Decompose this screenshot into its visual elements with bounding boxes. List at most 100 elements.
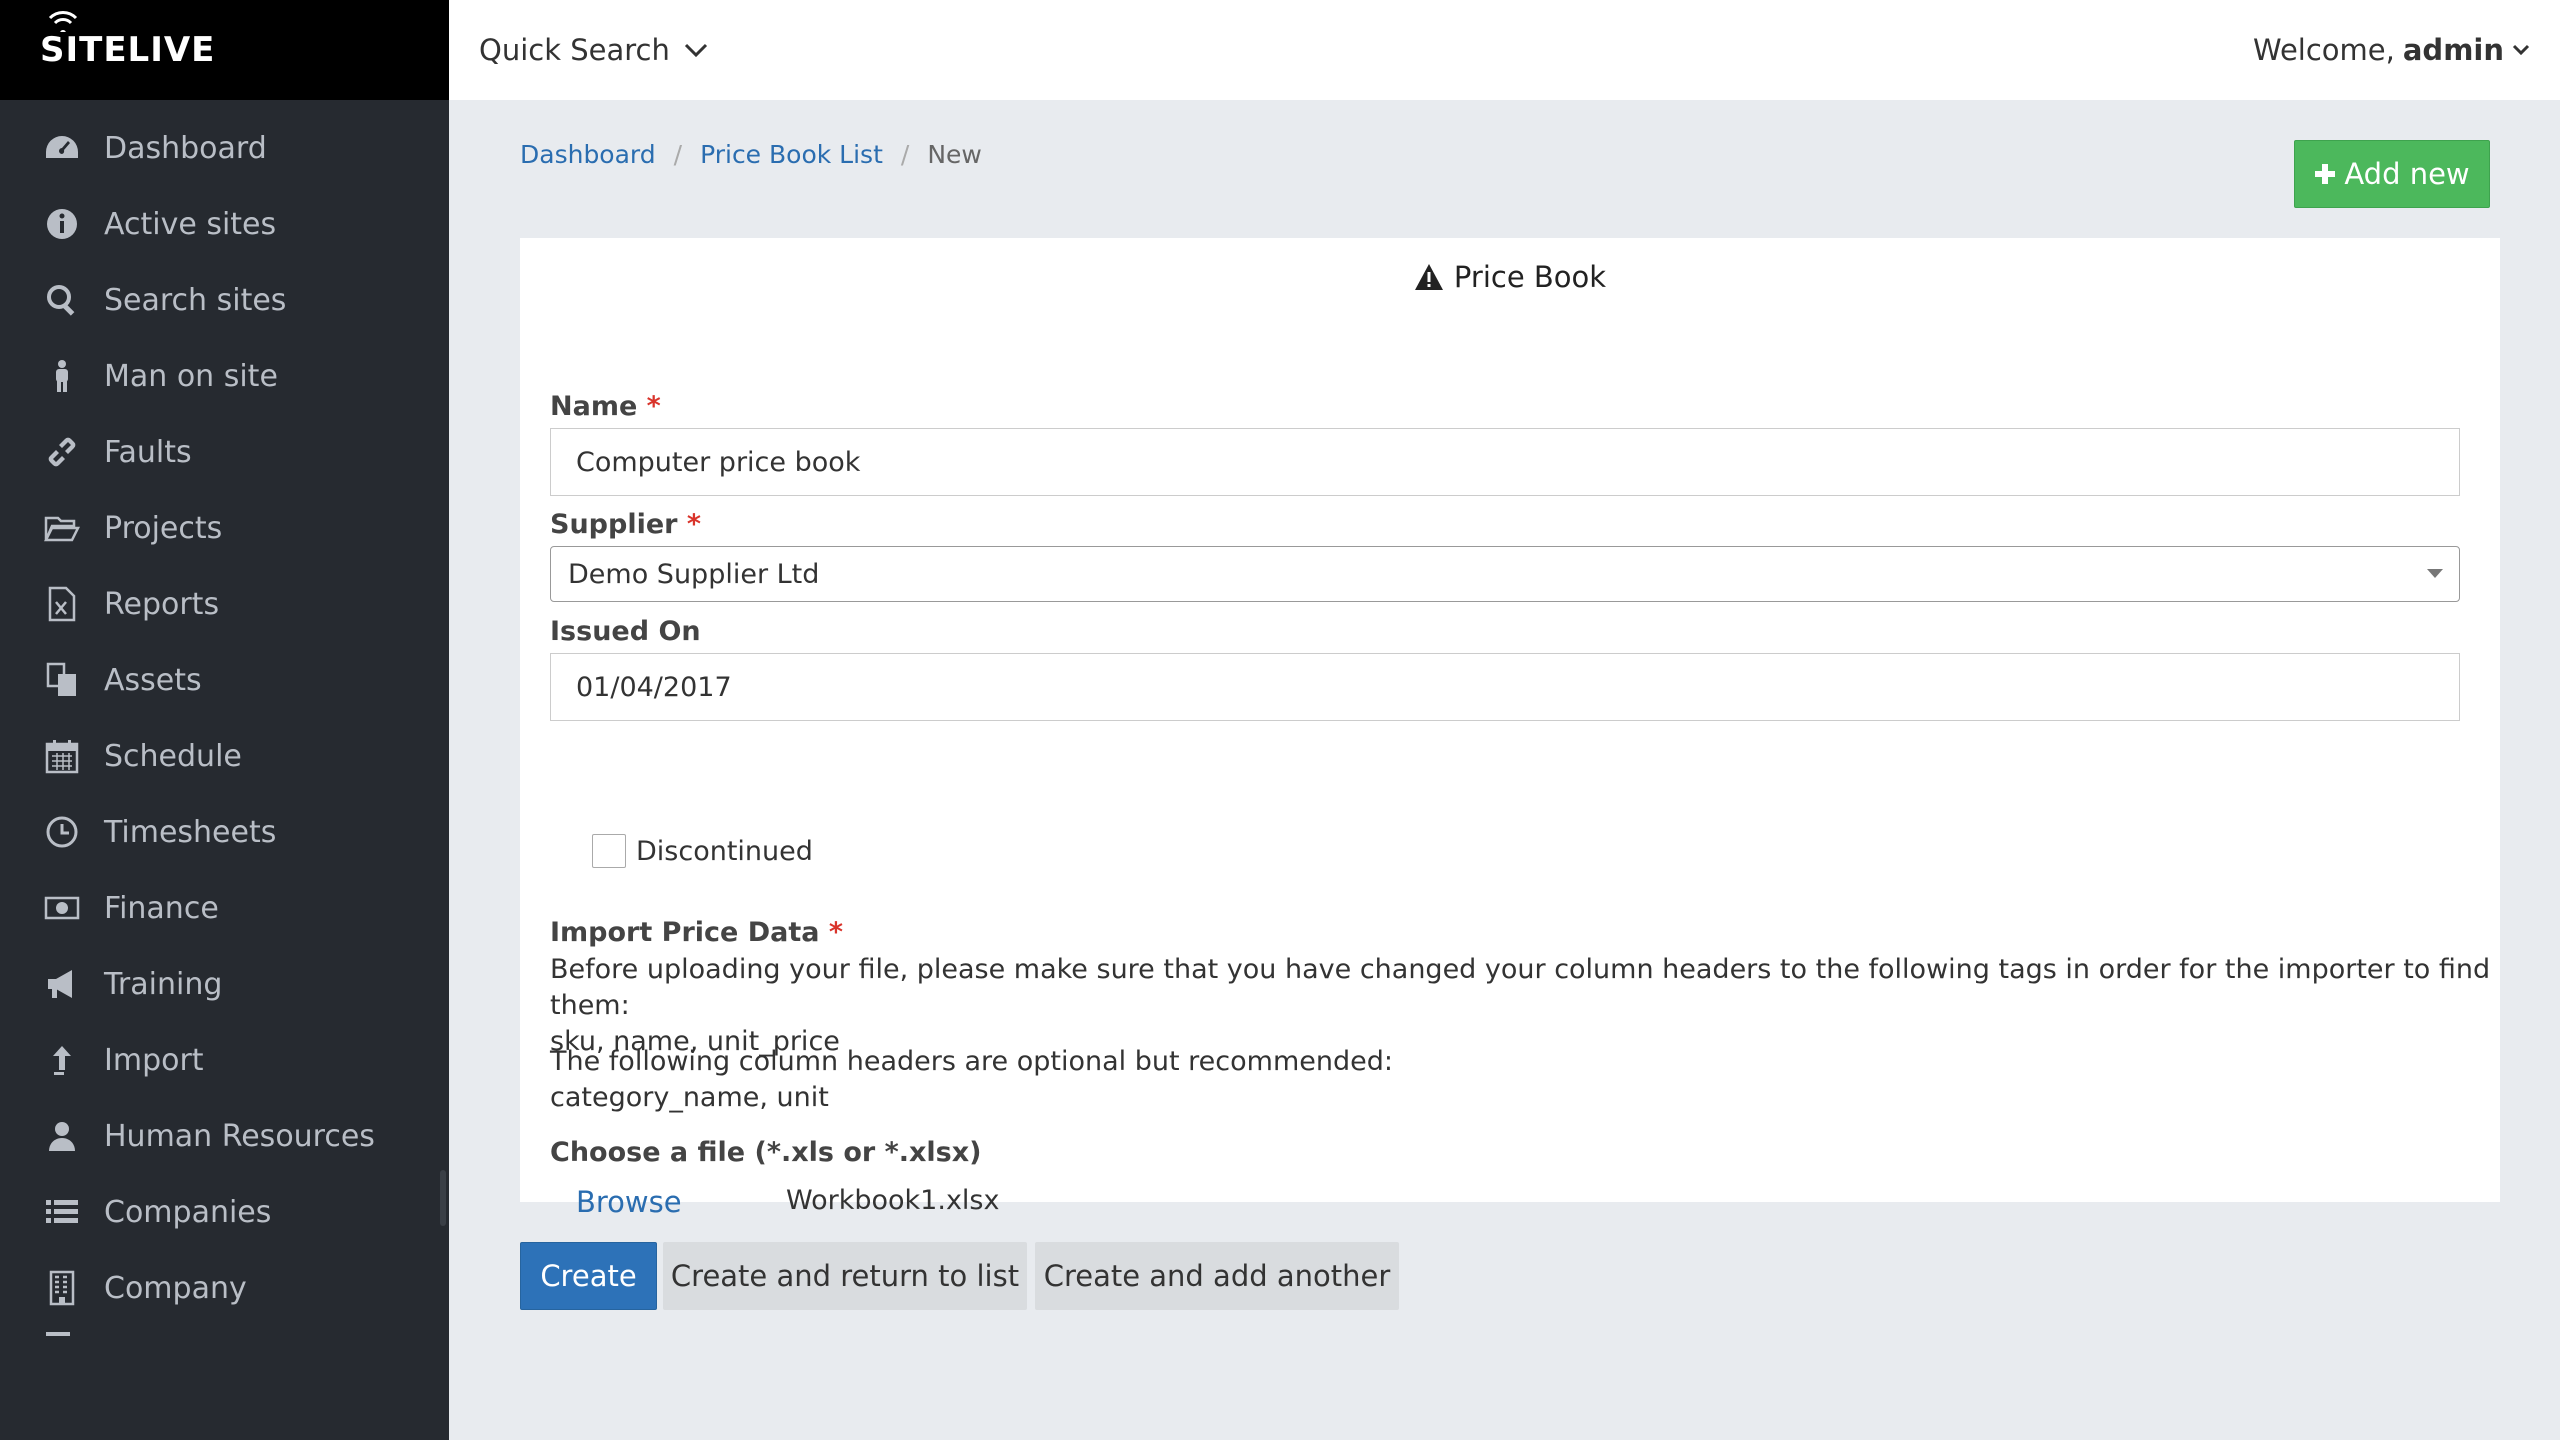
selected-file-name: Workbook1.xlsx [786,1185,1000,1216]
sidebar-nav: Dashboard Active sites Search sites Man … [0,100,449,1346]
form-title: Price Book [520,238,2500,294]
dropdown-caret-icon [2427,569,2443,578]
create-and-return-button[interactable]: Create and return to list [663,1242,1027,1310]
sidebar-item-active-sites[interactable]: Active sites [0,186,449,262]
sidebar-item-label: Man on site [104,358,278,394]
sidebar-item-import[interactable]: Import [0,1022,449,1098]
sidebar-scrollbar[interactable] [440,1170,446,1226]
breadcrumb-separator: / [673,140,683,169]
sidebar-item-label: Schedule [104,738,242,774]
brand-bar[interactable]: SITELIVE [0,0,449,100]
sidebar-item-label: Projects [104,510,223,546]
breadcrumb-current: New [927,140,982,169]
sidebar-item-label: Training [104,966,223,1002]
user-menu[interactable]: Welcome, admin [2253,33,2530,67]
sidebar-item-label: Companies [104,1194,272,1230]
breadcrumb-separator: / [900,140,910,169]
warning-icon [1414,264,1443,290]
name-input-value: Computer price book [576,446,861,478]
sidebar-item-schedule[interactable]: Schedule [0,718,449,794]
supplier-select[interactable]: Demo Supplier Ltd [550,546,2460,602]
username: admin [2402,33,2504,67]
sidebar-item-label: Active sites [104,206,277,242]
issued-on-input[interactable]: 01/04/2017 [550,653,2460,721]
import-label-text: Import Price Data [550,917,820,948]
sidebar-item-label: Import [104,1042,204,1078]
sidebar-item-label: Human Resources [104,1118,375,1154]
sidebar-item-faults[interactable]: Faults [0,414,449,490]
import-optional-text: The following column headers are optiona… [550,1044,1393,1116]
sidebar-item-reports[interactable]: Reports [0,566,449,642]
breadcrumb-price-book-list[interactable]: Price Book List [700,140,883,169]
discontinued-checkbox[interactable]: Discontinued [592,834,813,868]
issued-on-label: Issued On [550,616,701,647]
name-input[interactable]: Computer price book [550,428,2460,496]
browse-button[interactable]: Browse [576,1185,682,1219]
add-new-button[interactable]: Add new [2294,140,2490,208]
calendar-icon [42,736,82,776]
building-icon [42,1268,82,1308]
sidebar-item-training[interactable]: Training [0,946,449,1022]
sidebar-item-label: Dashboard [104,130,267,166]
required-marker: * [686,509,701,540]
import-optional-columns: category_name, unit [550,1082,829,1113]
breadcrumb-dashboard[interactable]: Dashboard [520,140,656,169]
upload-arrow-icon [42,1040,82,1080]
sidebar-item-finance[interactable]: Finance [0,870,449,946]
sidebar-item-search-sites[interactable]: Search sites [0,262,449,338]
file-label: Choose a file (*.xls or *.xlsx) [550,1137,982,1168]
issued-on-value: 01/04/2017 [576,671,732,703]
wifi-icon [48,11,78,32]
sidebar-item-label: Reports [104,586,220,622]
list-icon [42,1192,82,1232]
sidebar-item-companies[interactable]: Companies [0,1174,449,1250]
name-label-text: Name [550,391,638,422]
sidebar-item-projects[interactable]: Projects [0,490,449,566]
sidebar-item-man-on-site[interactable]: Man on site [0,338,449,414]
required-marker: * [828,917,844,948]
sidebar-item-label: Faults [104,434,192,470]
import-label: Import Price Data * [550,917,843,948]
info-circle-icon [42,204,82,244]
search-icon [42,280,82,320]
sidebar-item-timesheets[interactable]: Timesheets [0,794,449,870]
sidebar-item-dashboard[interactable]: Dashboard [0,110,449,186]
top-bar: Quick Search Welcome, admin [449,0,2560,100]
chevron-down-icon [684,43,707,58]
quick-search-dropdown[interactable]: Quick Search [479,33,708,67]
excel-file-icon [42,584,82,624]
sidebar-item-human-resources[interactable]: Human Resources [0,1098,449,1174]
supplier-label-text: Supplier [550,509,678,540]
sidebar-item-label: Assets [104,662,202,698]
sidebar-item-label: Finance [104,890,219,926]
chevron-down-icon [2512,44,2530,56]
sidebar-item-label: Search sites [104,282,287,318]
folder-open-icon [42,508,82,548]
user-icon [42,1116,82,1156]
create-and-add-another-button[interactable]: Create and add another [1035,1242,1399,1310]
checkbox-box[interactable] [592,834,626,868]
add-new-label: Add new [2344,157,2470,191]
megaphone-icon [42,964,82,1004]
broken-link-icon [42,432,82,472]
clock-icon [42,812,82,852]
discontinued-label: Discontinued [636,835,813,867]
sidebar-item-partial[interactable] [0,1326,449,1346]
welcome-text: Welcome, [2252,33,2395,67]
money-icon [42,888,82,928]
main-content: Dashboard / Price Book List / New Add ne… [449,100,2560,1440]
sidebar-item-assets[interactable]: Assets [0,642,449,718]
create-button[interactable]: Create [520,1242,657,1310]
copy-files-icon [42,660,82,700]
partial-icon [42,1326,82,1346]
quick-search-label: Quick Search [479,33,670,67]
dashboard-icon [42,128,82,168]
person-icon [42,356,82,396]
plus-icon [2315,164,2336,184]
breadcrumb: Dashboard / Price Book List / New [520,140,982,169]
price-book-form: Price Book Name * Computer price book Su… [520,238,2500,1219]
supplier-label: Supplier * [550,509,701,540]
import-help-line: Before uploading your file, please make … [550,954,2491,1021]
sitelive-logo[interactable]: SITELIVE [40,11,215,70]
sidebar-item-company[interactable]: Company [0,1250,449,1326]
